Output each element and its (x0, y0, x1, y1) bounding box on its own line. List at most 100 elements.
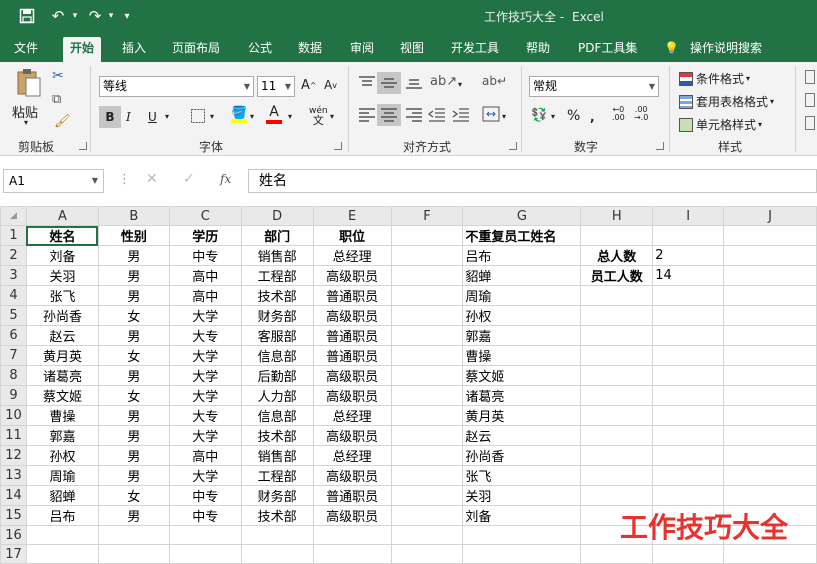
row-header[interactable]: 14 (0, 485, 27, 506)
row-header[interactable]: 3 (0, 265, 27, 286)
save-icon[interactable] (16, 6, 38, 26)
bold-button[interactable]: B (99, 106, 121, 128)
redo-dropdown-icon[interactable]: ▾ (106, 6, 116, 26)
cell[interactable] (390, 485, 464, 506)
cell[interactable]: 貂蝉 (25, 485, 99, 506)
cell[interactable]: 周瑜 (462, 285, 582, 306)
cell[interactable]: 后勤部 (240, 365, 314, 386)
cell[interactable] (723, 325, 817, 346)
font-color-dropdown-icon[interactable]: ▾ (288, 112, 292, 121)
cell[interactable] (580, 225, 654, 246)
cell[interactable] (652, 405, 725, 426)
cell-e1[interactable]: 职位 (312, 225, 392, 246)
cell[interactable] (723, 345, 817, 366)
cell[interactable]: 大专 (168, 325, 242, 346)
phonetic-dropdown-icon[interactable]: ▾ (330, 112, 334, 121)
increase-decimal-icon[interactable]: ←0.00 (612, 106, 625, 122)
tab-developer[interactable]: 开发工具 (451, 37, 499, 62)
cell[interactable]: 关羽 (462, 485, 582, 506)
cell[interactable]: 总人数 (580, 245, 654, 266)
row-header[interactable]: 5 (0, 305, 27, 326)
cell[interactable] (652, 225, 725, 246)
wrap-text-icon[interactable]: ab↵ (482, 74, 507, 88)
paste-icon[interactable] (12, 68, 46, 98)
cell[interactable] (652, 544, 725, 564)
cell[interactable] (723, 365, 817, 386)
column-header-a[interactable]: A (25, 206, 99, 226)
cell[interactable] (723, 385, 817, 406)
cell[interactable] (390, 365, 464, 386)
phonetic-icon[interactable]: wén 文 (309, 106, 328, 126)
cell[interactable] (652, 485, 725, 506)
cell[interactable]: 诸葛亮 (462, 385, 582, 406)
row-header[interactable]: 13 (0, 465, 27, 486)
row-header[interactable]: 6 (0, 325, 27, 346)
cell[interactable] (580, 544, 654, 564)
cell[interactable]: 孙尚香 (25, 305, 99, 326)
italic-button[interactable]: I (126, 110, 131, 124)
cell[interactable]: 张飞 (25, 285, 99, 306)
cell[interactable] (168, 544, 242, 564)
cell[interactable]: 刘备 (25, 245, 99, 266)
cell[interactable]: 员工人数 (580, 265, 654, 286)
cell[interactable] (580, 425, 654, 446)
cell[interactable] (580, 405, 654, 426)
cell[interactable]: 工程部 (240, 265, 314, 286)
align-center-icon[interactable] (377, 104, 401, 126)
cell[interactable]: 吕布 (25, 505, 99, 526)
cell[interactable] (240, 525, 314, 545)
cell[interactable]: 蔡文姬 (462, 365, 582, 386)
row-header[interactable]: 16 (0, 525, 27, 545)
orientation-dropdown-icon[interactable]: ▾ (458, 80, 462, 89)
cell[interactable] (723, 305, 817, 326)
cell[interactable]: 高中 (168, 265, 242, 286)
borders-dropdown-icon[interactable]: ▾ (210, 112, 214, 121)
cell[interactable]: 14 (652, 265, 725, 286)
cell[interactable] (723, 405, 817, 426)
cell[interactable] (240, 544, 314, 564)
cell[interactable]: 貂蝉 (462, 265, 582, 286)
merge-dropdown-icon[interactable]: ▾ (502, 112, 506, 121)
cell[interactable]: 女 (97, 385, 170, 406)
cell[interactable] (25, 525, 99, 545)
cell[interactable] (390, 285, 464, 306)
cell[interactable]: 张飞 (462, 465, 582, 486)
cell[interactable]: 赵云 (462, 425, 582, 446)
cells-group-icon[interactable] (805, 70, 815, 84)
cell[interactable]: 销售部 (240, 445, 314, 466)
cancel-icon[interactable]: ✕ (146, 171, 158, 187)
cell[interactable]: 高级职员 (312, 265, 392, 286)
cell[interactable]: 高级职员 (312, 465, 392, 486)
cell[interactable] (723, 425, 817, 446)
cell[interactable]: 大学 (168, 365, 242, 386)
cell[interactable]: 男 (97, 365, 170, 386)
cell[interactable] (580, 365, 654, 386)
conditional-formatting-button[interactable]: 条件格式 ▾ (679, 70, 750, 87)
cells-group-icon[interactable] (805, 116, 815, 130)
tab-review[interactable]: 审阅 (350, 37, 374, 62)
format-as-table-button[interactable]: 套用表格格式 ▾ (679, 93, 774, 110)
row-header[interactable]: 10 (0, 405, 27, 426)
cell[interactable]: 大学 (168, 465, 242, 486)
cell[interactable]: 高中 (168, 285, 242, 306)
tab-view[interactable]: 视图 (400, 37, 424, 62)
row-header[interactable]: 12 (0, 445, 27, 466)
increase-font-size-icon[interactable]: A ^ (301, 78, 317, 93)
cell[interactable] (390, 505, 464, 526)
cell[interactable] (390, 465, 464, 486)
insert-function-icon[interactable]: fx (220, 172, 231, 186)
align-middle-icon[interactable] (377, 72, 401, 94)
cell[interactable]: 普通职员 (312, 285, 392, 306)
cell[interactable]: 周瑜 (25, 465, 99, 486)
cell[interactable] (580, 285, 654, 306)
cell[interactable]: 高中 (168, 445, 242, 466)
cell[interactable]: 大学 (168, 425, 242, 446)
cell[interactable]: 总经理 (312, 245, 392, 266)
cell[interactable]: 男 (97, 445, 170, 466)
row-header[interactable]: 11 (0, 425, 27, 446)
cell[interactable]: 女 (97, 345, 170, 366)
cell[interactable]: 男 (97, 245, 170, 266)
cell[interactable] (723, 285, 817, 306)
cell[interactable]: 销售部 (240, 245, 314, 266)
fill-color-dropdown-icon[interactable]: ▾ (250, 112, 254, 121)
